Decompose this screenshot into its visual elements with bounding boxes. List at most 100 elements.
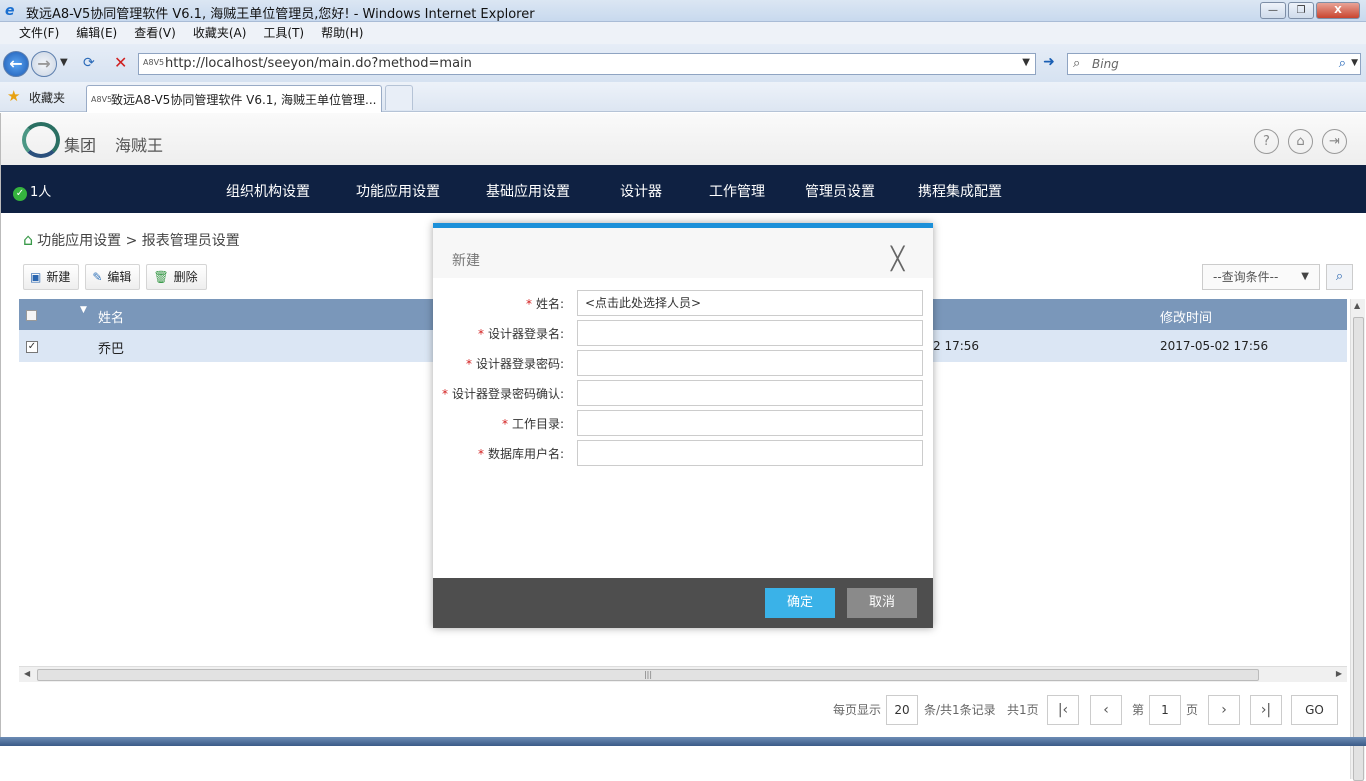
search-placeholder[interactable]: Bing	[1092, 57, 1119, 71]
field-password-confirm-label-text: 设计器登录密码确认:	[451, 387, 564, 401]
nav-function-settings[interactable]: 功能应用设置	[356, 181, 440, 201]
close-icon[interactable]: ╳	[891, 249, 904, 271]
search-box[interactable]: ⌕ Bing ⌕ ▼	[1067, 53, 1361, 75]
field-login-row: * 设计器登录名:	[433, 320, 933, 346]
field-login-label-text: 设计器登录名:	[487, 327, 564, 341]
online-check-icon: ✓	[13, 187, 27, 201]
designer-password-input[interactable]	[577, 350, 923, 376]
search-icon[interactable]: ⌕	[1339, 56, 1346, 71]
menu-help[interactable]: 帮助(H)	[321, 22, 363, 44]
horizontal-scroll-thumb[interactable]: |||	[37, 669, 1259, 681]
forward-button[interactable]: →	[31, 51, 57, 77]
cancel-button[interactable]: 取消	[847, 588, 917, 618]
favorites-label[interactable]: 收藏夹	[29, 89, 65, 106]
help-icon[interactable]: ?	[1254, 129, 1279, 154]
per-page-input[interactable]: 20	[886, 695, 918, 725]
menu-view[interactable]: 查看(V)	[134, 22, 176, 44]
breadcrumb-home-icon[interactable]: ⌂	[23, 230, 33, 249]
address-url[interactable]: http://localhost/seeyon/main.do?method=m…	[165, 56, 472, 71]
confirm-button[interactable]: 确定	[765, 588, 835, 618]
favorites-star-icon[interactable]: ★	[7, 87, 20, 105]
row-checkbox[interactable]: ✓	[26, 341, 38, 353]
online-count: 1人	[30, 185, 52, 200]
breadcrumb: ⌂ 功能应用设置 > 报表管理员设置	[23, 230, 240, 250]
menu-favorites[interactable]: 收藏夹(A)	[193, 22, 247, 44]
db-username-input[interactable]	[577, 440, 923, 466]
menu-edit[interactable]: 编辑(E)	[76, 22, 117, 44]
first-page-button[interactable]: |‹	[1047, 695, 1079, 725]
designer-login-input[interactable]	[577, 320, 923, 346]
delete-button[interactable]: 🗑 删除	[146, 264, 207, 290]
new-button[interactable]: ▣ 新建	[23, 264, 80, 290]
page-favicon-icon: A8V5	[143, 58, 165, 67]
sort-arrow-icon[interactable]: ▼	[80, 305, 87, 315]
online-users[interactable]: ✓ 1人	[13, 181, 51, 201]
brand-unit: 海贼王	[115, 136, 164, 155]
page-input[interactable]: 1	[1149, 695, 1181, 725]
required-marker: *	[477, 327, 484, 341]
stop-icon[interactable]: ✕	[114, 53, 127, 72]
field-name-label: * 姓名:	[526, 295, 564, 312]
minimize-button[interactable]: —	[1260, 2, 1286, 19]
refresh-icon[interactable]: ⟳	[83, 55, 95, 71]
query-condition-select[interactable]: --查询条件-- ▼	[1202, 264, 1320, 290]
back-button[interactable]: ←	[3, 51, 29, 77]
column-header-modified[interactable]: 修改时间	[1160, 307, 1212, 326]
person-select-field[interactable]: <点击此处选择人员>	[577, 290, 923, 316]
new-tab-button[interactable]	[385, 85, 413, 110]
nav-ctrip-integration[interactable]: 携程集成配置	[918, 181, 1002, 201]
column-header-name[interactable]: 姓名	[98, 307, 124, 326]
history-dropdown-icon[interactable]: ▼	[60, 57, 68, 68]
required-marker: *	[501, 417, 508, 431]
cell-modified: 2017-05-02 17:56	[1160, 339, 1269, 353]
breadcrumb-text: 功能应用设置 > 报表管理员设置	[37, 233, 240, 249]
page-total: 共1页	[1007, 703, 1039, 717]
edit-button-label: 编辑	[107, 270, 132, 284]
dialog-title: 新建	[452, 253, 480, 269]
prev-page-button[interactable]: ‹	[1090, 695, 1122, 725]
last-page-button[interactable]: ›|	[1250, 695, 1282, 725]
field-dbuser-label: * 数据库用户名:	[478, 445, 564, 462]
field-password-label-text: 设计器登录密码:	[475, 357, 564, 371]
edit-button[interactable]: ✎ 编辑	[85, 264, 141, 290]
horizontal-scrollbar[interactable]: ◀ ||| ▶	[19, 666, 1347, 682]
designer-password-confirm-input[interactable]	[577, 380, 923, 406]
nav-basic-settings[interactable]: 基础应用设置	[486, 181, 570, 201]
new-doc-icon: ▣	[30, 270, 42, 284]
next-page-button[interactable]: ›	[1208, 695, 1240, 725]
nav-work-management[interactable]: 工作管理	[709, 181, 765, 201]
tab-title[interactable]: 致远A8-V5协同管理软件 V6.1, 海贼王单位管理...	[111, 91, 377, 108]
select-all-checkbox[interactable]	[26, 310, 37, 321]
search-dropdown-icon[interactable]: ▼	[1351, 58, 1358, 68]
scroll-up-icon[interactable]: ▲	[1354, 301, 1360, 310]
field-name-row: * 姓名: <点击此处选择人员>	[433, 290, 933, 316]
go-arrow-icon[interactable]: ➜	[1040, 54, 1058, 74]
scroll-left-icon[interactable]: ◀	[24, 669, 30, 678]
app-header: 集团 海贼王 ? ⌂ ⇥	[1, 113, 1366, 165]
home-icon[interactable]: ⌂	[1288, 129, 1313, 154]
required-marker: *	[441, 387, 448, 401]
field-login-label: * 设计器登录名:	[478, 325, 564, 342]
logout-icon[interactable]: ⇥	[1322, 129, 1347, 154]
delete-button-label: 删除	[173, 270, 198, 284]
per-page-label: 每页显示	[833, 703, 882, 717]
scroll-right-icon[interactable]: ▶	[1336, 669, 1342, 678]
nav-admin-settings[interactable]: 管理员设置	[805, 181, 875, 201]
go-button[interactable]: GO	[1291, 695, 1338, 725]
seeyon-logo-icon	[22, 122, 60, 158]
menu-bar: 文件(F) 编辑(E) 查看(V) 收藏夹(A) 工具(T) 帮助(H)	[0, 22, 1366, 44]
menu-tools[interactable]: 工具(T)	[263, 22, 304, 44]
menu-file[interactable]: 文件(F)	[19, 22, 59, 44]
address-dropdown-icon[interactable]: ▼	[1022, 57, 1030, 68]
window-title: 致远A8-V5协同管理软件 V6.1, 海贼王单位管理员,您好! - Windo…	[26, 7, 535, 22]
required-marker: *	[465, 357, 472, 371]
nav-designer[interactable]: 设计器	[620, 181, 662, 201]
nav-org-settings[interactable]: 组织机构设置	[226, 181, 310, 201]
query-search-button[interactable]: ⌕	[1326, 264, 1353, 290]
address-bar[interactable]: A8V5 http://localhost/seeyon/main.do?met…	[138, 53, 1036, 75]
restore-button[interactable]: ❐	[1288, 2, 1314, 19]
brand-group: 集团	[64, 136, 97, 155]
close-window-button[interactable]: X	[1316, 2, 1360, 19]
work-directory-input[interactable]	[577, 410, 923, 436]
browser-tab[interactable]: A8V5 致远A8-V5协同管理软件 V6.1, 海贼王单位管理...	[86, 85, 382, 112]
